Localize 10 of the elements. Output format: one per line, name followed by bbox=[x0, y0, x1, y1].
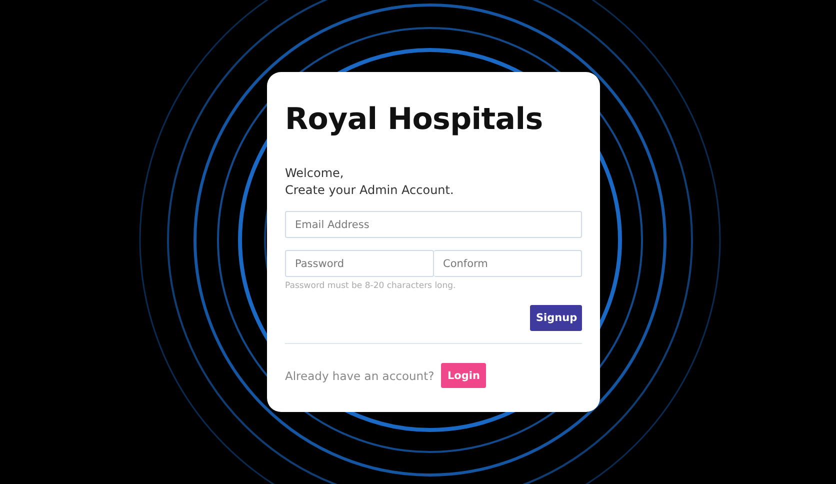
password-field[interactable]: Password bbox=[285, 250, 434, 277]
login-prompt: Already have an account? bbox=[285, 368, 434, 382]
email-field[interactable]: Email Address bbox=[285, 211, 582, 238]
subtitle-text: Create your Admin Account. bbox=[285, 182, 455, 199]
confirm-password-field[interactable]: Conform bbox=[434, 250, 582, 277]
login-button[interactable]: Login bbox=[441, 363, 486, 388]
password-hint: Password must be 8-20 characters long. bbox=[285, 281, 457, 291]
greeting-text: Welcome, bbox=[285, 165, 345, 182]
app-title: Royal Hospitals bbox=[285, 102, 544, 137]
signup-button[interactable]: Signup bbox=[530, 305, 582, 331]
